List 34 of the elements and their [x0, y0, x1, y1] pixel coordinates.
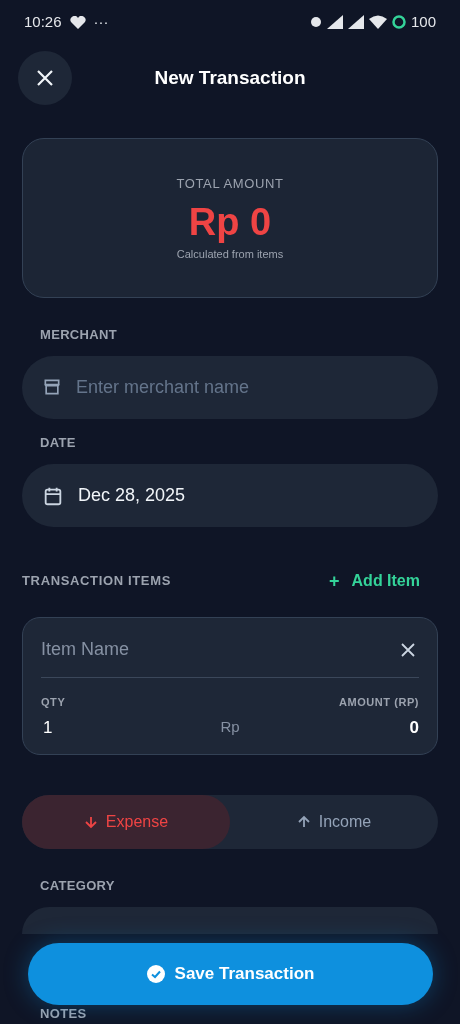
expense-tab[interactable]: Expense [22, 795, 230, 849]
check-circle-icon [146, 965, 165, 983]
field-label: MERCHANT [40, 327, 117, 342]
qty-field[interactable]: 1 [41, 714, 101, 740]
screen-title: New Transaction [154, 65, 306, 90]
close-icon[interactable] [401, 642, 415, 657]
merchant-input-field[interactable]: Enter merchant name [22, 356, 438, 419]
date-field[interactable]: Dec 28, 2025 [22, 464, 438, 527]
store-icon [42, 377, 62, 397]
status-time: 10:26 [24, 11, 62, 32]
arrow-down-icon [83, 815, 98, 829]
close-icon [36, 69, 54, 87]
total-amount-label: TOTAL AMOUNT [176, 175, 284, 193]
income-tab[interactable]: Income [230, 795, 438, 849]
section-label: TRANSACTION ITEMS [22, 572, 171, 591]
arrow-up-icon [296, 815, 311, 829]
signal-icon [326, 15, 343, 29]
amount-label: AMOUNT (RP) [339, 695, 419, 710]
item-name-field[interactable]: Item Name [41, 636, 341, 663]
signal-icon [347, 15, 364, 29]
add-item-button[interactable]: + Add Item [329, 567, 438, 595]
battery-level: 100 [410, 11, 436, 32]
qty-label: QTY [41, 695, 66, 710]
field-label: DATE [40, 435, 76, 450]
battery-icon [391, 15, 406, 29]
wifi-icon [368, 15, 387, 29]
field-label: CATEGORY [40, 878, 115, 893]
field-label: NOTES [40, 1006, 87, 1021]
total-amount-note: Calculated from items [176, 246, 284, 262]
more-notifications: ··· [93, 11, 109, 32]
plus-icon: + [329, 567, 340, 595]
currency-label: Rp [220, 717, 240, 737]
total-amount-value: Rp 0 [188, 199, 272, 245]
amount-field[interactable]: 0 [359, 714, 419, 740]
